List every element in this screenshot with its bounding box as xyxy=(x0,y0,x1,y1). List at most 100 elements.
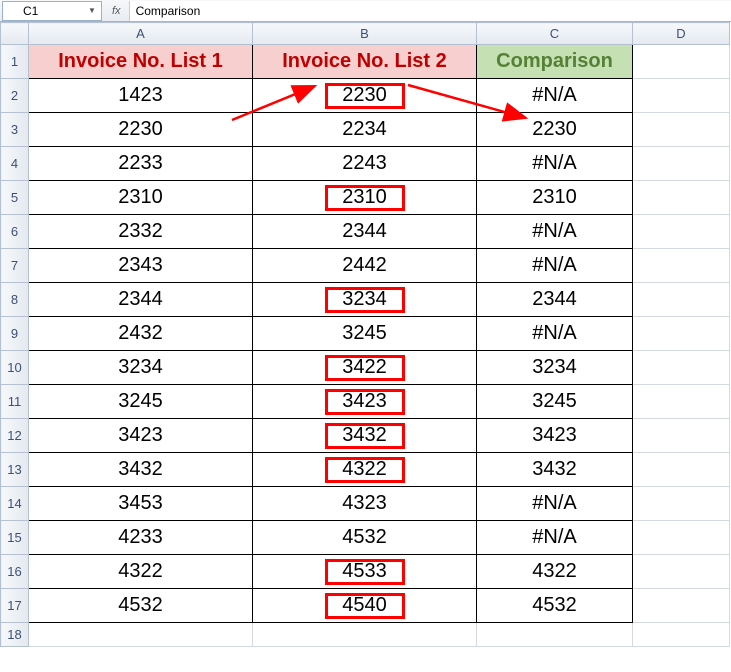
col-header-A[interactable]: A xyxy=(29,23,253,45)
cell-A2[interactable]: 1423 xyxy=(29,79,253,113)
row-header-13[interactable]: 13 xyxy=(1,453,29,487)
cell-B2[interactable]: 2230 xyxy=(253,79,477,113)
col-header-B[interactable]: B xyxy=(253,23,477,45)
cell-C12[interactable]: 3423 xyxy=(477,419,633,453)
row-header-9[interactable]: 9 xyxy=(1,317,29,351)
name-box[interactable]: C1 ▼ xyxy=(2,1,102,21)
cell-D13[interactable] xyxy=(633,453,730,487)
select-all-corner[interactable] xyxy=(1,23,29,45)
cell-D4[interactable] xyxy=(633,147,730,181)
cell-A6[interactable]: 2332 xyxy=(29,215,253,249)
cell-A9[interactable]: 2432 xyxy=(29,317,253,351)
cell-D16[interactable] xyxy=(633,555,730,589)
cell-B16[interactable]: 4533 xyxy=(253,555,477,589)
row-header-3[interactable]: 3 xyxy=(1,113,29,147)
spreadsheet-grid[interactable]: A B C D 1 Invoice No. List 1 Invoice No.… xyxy=(0,22,730,647)
cell-D12[interactable] xyxy=(633,419,730,453)
cell-A18[interactable] xyxy=(29,623,253,647)
cell-C18[interactable] xyxy=(477,623,633,647)
cell-C2[interactable]: #N/A xyxy=(477,79,633,113)
cell-C17[interactable]: 4532 xyxy=(477,589,633,623)
cell-B13[interactable]: 4322 xyxy=(253,453,477,487)
cell-C8[interactable]: 2344 xyxy=(477,283,633,317)
cell-D18[interactable] xyxy=(633,623,730,647)
cell-B18[interactable] xyxy=(253,623,477,647)
cell-D1[interactable] xyxy=(633,45,730,79)
cell-B9[interactable]: 3245 xyxy=(253,317,477,351)
formula-input[interactable]: Comparison xyxy=(129,1,731,21)
cell-D10[interactable] xyxy=(633,351,730,385)
cell-A10[interactable]: 3234 xyxy=(29,351,253,385)
row-header-10[interactable]: 10 xyxy=(1,351,29,385)
cell-A5[interactable]: 2310 xyxy=(29,181,253,215)
cell-D8[interactable] xyxy=(633,283,730,317)
cell-C1[interactable]: Comparison xyxy=(477,45,633,79)
cell-A16[interactable]: 4322 xyxy=(29,555,253,589)
cell-B5[interactable]: 2310 xyxy=(253,181,477,215)
row-header-4[interactable]: 4 xyxy=(1,147,29,181)
cell-B10[interactable]: 3422 xyxy=(253,351,477,385)
cell-B1[interactable]: Invoice No. List 2 xyxy=(253,45,477,79)
row-header-16[interactable]: 16 xyxy=(1,555,29,589)
row-header-5[interactable]: 5 xyxy=(1,181,29,215)
col-header-D[interactable]: D xyxy=(633,23,730,45)
row-header-8[interactable]: 8 xyxy=(1,283,29,317)
cell-A8[interactable]: 2344 xyxy=(29,283,253,317)
cell-C9[interactable]: #N/A xyxy=(477,317,633,351)
cell-D7[interactable] xyxy=(633,249,730,283)
cell-A1[interactable]: Invoice No. List 1 xyxy=(29,45,253,79)
cell-C13[interactable]: 3432 xyxy=(477,453,633,487)
row-header-14[interactable]: 14 xyxy=(1,487,29,521)
cell-A7[interactable]: 2343 xyxy=(29,249,253,283)
row-header-12[interactable]: 12 xyxy=(1,419,29,453)
cell-C14[interactable]: #N/A xyxy=(477,487,633,521)
cell-B12[interactable]: 3432 xyxy=(253,419,477,453)
cell-B3[interactable]: 2234 xyxy=(253,113,477,147)
cell-A15[interactable]: 4233 xyxy=(29,521,253,555)
row-header-1[interactable]: 1 xyxy=(1,45,29,79)
cell-D11[interactable] xyxy=(633,385,730,419)
cell-D9[interactable] xyxy=(633,317,730,351)
row-header-15[interactable]: 15 xyxy=(1,521,29,555)
row-header-17[interactable]: 17 xyxy=(1,589,29,623)
cell-B14[interactable]: 4323 xyxy=(253,487,477,521)
cell-A14[interactable]: 3453 xyxy=(29,487,253,521)
cell-C3[interactable]: 2230 xyxy=(477,113,633,147)
row-header-11[interactable]: 11 xyxy=(1,385,29,419)
cell-D17[interactable] xyxy=(633,589,730,623)
cell-B4[interactable]: 2243 xyxy=(253,147,477,181)
cell-C5[interactable]: 2310 xyxy=(477,181,633,215)
cell-B7[interactable]: 2442 xyxy=(253,249,477,283)
col-header-C[interactable]: C xyxy=(477,23,633,45)
cell-D3[interactable] xyxy=(633,113,730,147)
cell-C7[interactable]: #N/A xyxy=(477,249,633,283)
cell-B8[interactable]: 3234 xyxy=(253,283,477,317)
cell-B15[interactable]: 4532 xyxy=(253,521,477,555)
cell-A4[interactable]: 2233 xyxy=(29,147,253,181)
cell-B6[interactable]: 2344 xyxy=(253,215,477,249)
cell-A13[interactable]: 3432 xyxy=(29,453,253,487)
cell-C11[interactable]: 3245 xyxy=(477,385,633,419)
cell-A3[interactable]: 2230 xyxy=(29,113,253,147)
cell-B11[interactable]: 3423 xyxy=(253,385,477,419)
cell-C15[interactable]: #N/A xyxy=(477,521,633,555)
cell-D5[interactable] xyxy=(633,181,730,215)
row-header-18[interactable]: 18 xyxy=(1,623,29,647)
fx-icon[interactable]: fx xyxy=(112,5,121,17)
cell-B17[interactable]: 4540 xyxy=(253,589,477,623)
row-header-2[interactable]: 2 xyxy=(1,79,29,113)
name-box-dropdown-icon[interactable]: ▼ xyxy=(85,4,99,18)
cell-C10[interactable]: 3234 xyxy=(477,351,633,385)
cell-D6[interactable] xyxy=(633,215,730,249)
row-header-6[interactable]: 6 xyxy=(1,215,29,249)
cell-D15[interactable] xyxy=(633,521,730,555)
row-header-7[interactable]: 7 xyxy=(1,249,29,283)
cell-C4[interactable]: #N/A xyxy=(477,147,633,181)
cell-A12[interactable]: 3423 xyxy=(29,419,253,453)
cell-C6[interactable]: #N/A xyxy=(477,215,633,249)
cell-C16[interactable]: 4322 xyxy=(477,555,633,589)
cell-D2[interactable] xyxy=(633,79,730,113)
cell-A11[interactable]: 3245 xyxy=(29,385,253,419)
cell-A17[interactable]: 4532 xyxy=(29,589,253,623)
cell-D14[interactable] xyxy=(633,487,730,521)
